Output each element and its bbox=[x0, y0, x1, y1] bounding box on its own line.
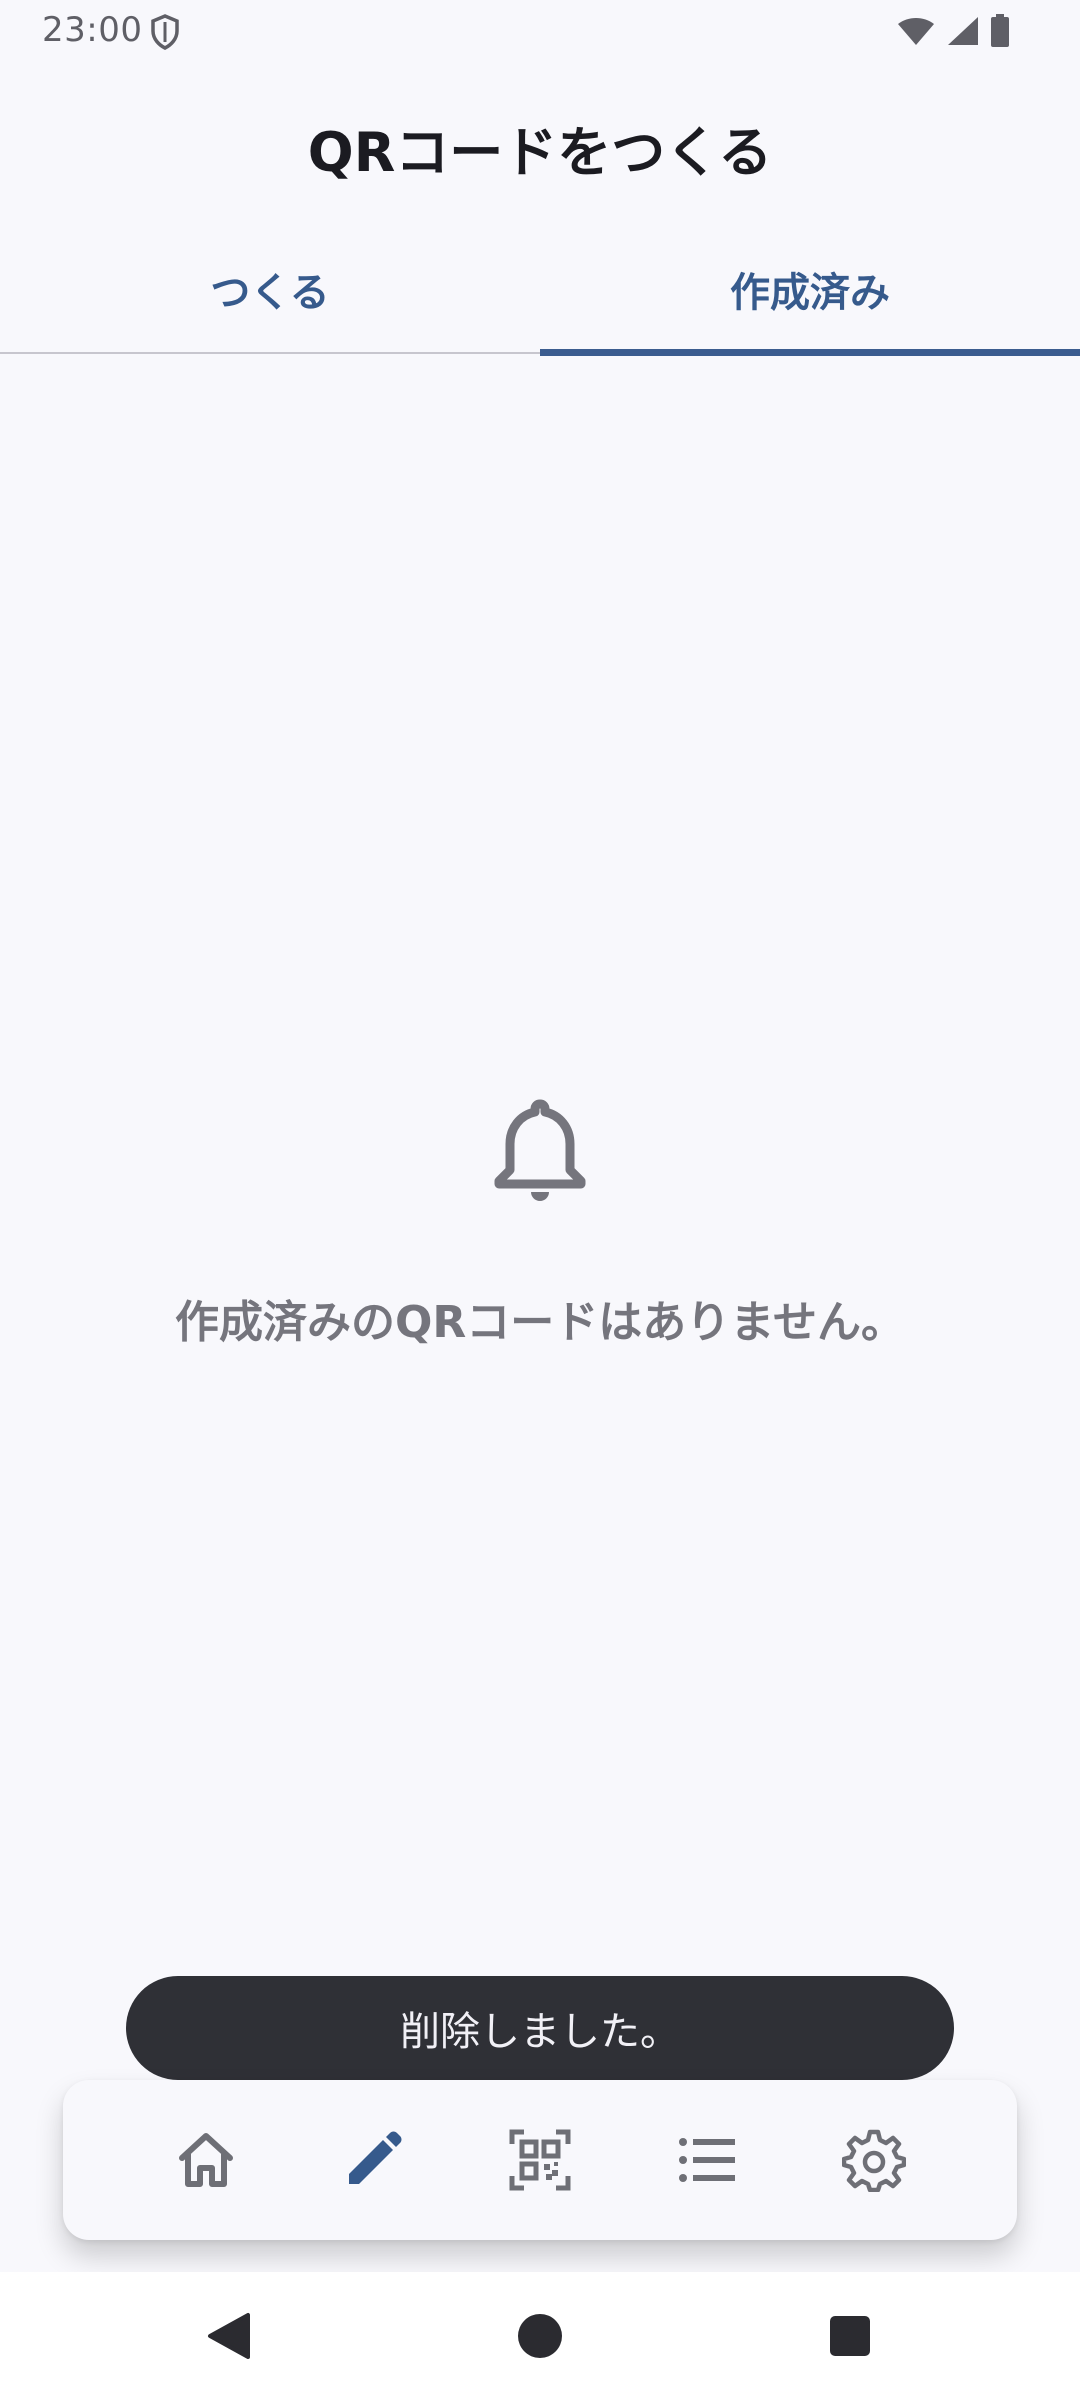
nav-list[interactable] bbox=[671, 2124, 743, 2196]
shield-icon bbox=[151, 14, 179, 50]
bottom-nav bbox=[63, 2080, 1017, 2240]
signal-icon bbox=[948, 17, 978, 45]
snackbar: 削除しました。 bbox=[126, 1976, 954, 2080]
tab-create-label: つくる bbox=[210, 270, 330, 316]
qr-code-icon bbox=[509, 2129, 571, 2191]
system-back-button[interactable] bbox=[193, 2300, 265, 2372]
tab-created[interactable]: 作成済み bbox=[540, 240, 1080, 356]
nav-scan[interactable] bbox=[504, 2124, 576, 2196]
page-title: QRコードをつくる bbox=[307, 121, 773, 184]
nav-home[interactable] bbox=[170, 2124, 242, 2196]
tab-created-label: 作成済み bbox=[730, 270, 890, 316]
system-recents-button[interactable] bbox=[814, 2300, 886, 2372]
recents-icon bbox=[830, 2316, 870, 2356]
wifi-icon bbox=[898, 18, 934, 45]
status-icons bbox=[896, 14, 1010, 48]
empty-message: 作成済みのQRコードはありません。 bbox=[175, 1297, 905, 1348]
pencil-icon bbox=[349, 2131, 402, 2184]
gear-icon bbox=[841, 2129, 906, 2192]
screen: 23:00 QRコードをつくる つくる 作成済み 作成済みのQRコードはありませ… bbox=[0, 0, 1080, 2400]
nav-settings[interactable] bbox=[838, 2124, 910, 2196]
tab-indicator bbox=[540, 349, 1080, 356]
nav-create[interactable] bbox=[337, 2124, 409, 2196]
system-nav-bar bbox=[0, 2272, 1080, 2400]
status-time: 23:00 bbox=[42, 10, 143, 50]
tab-create[interactable]: つくる bbox=[0, 240, 540, 356]
snackbar-message: 削除しました。 bbox=[400, 2009, 680, 2055]
status-bar: 23:00 bbox=[0, 0, 1080, 64]
tab-bar: つくる 作成済み bbox=[0, 240, 1080, 356]
back-icon bbox=[208, 2313, 250, 2359]
home-circle-icon bbox=[518, 2314, 562, 2358]
list-icon bbox=[678, 2138, 735, 2182]
battery-icon bbox=[991, 14, 1009, 47]
system-home-button[interactable] bbox=[504, 2300, 576, 2372]
bell-icon bbox=[494, 1099, 586, 1201]
home-icon bbox=[179, 2133, 234, 2187]
